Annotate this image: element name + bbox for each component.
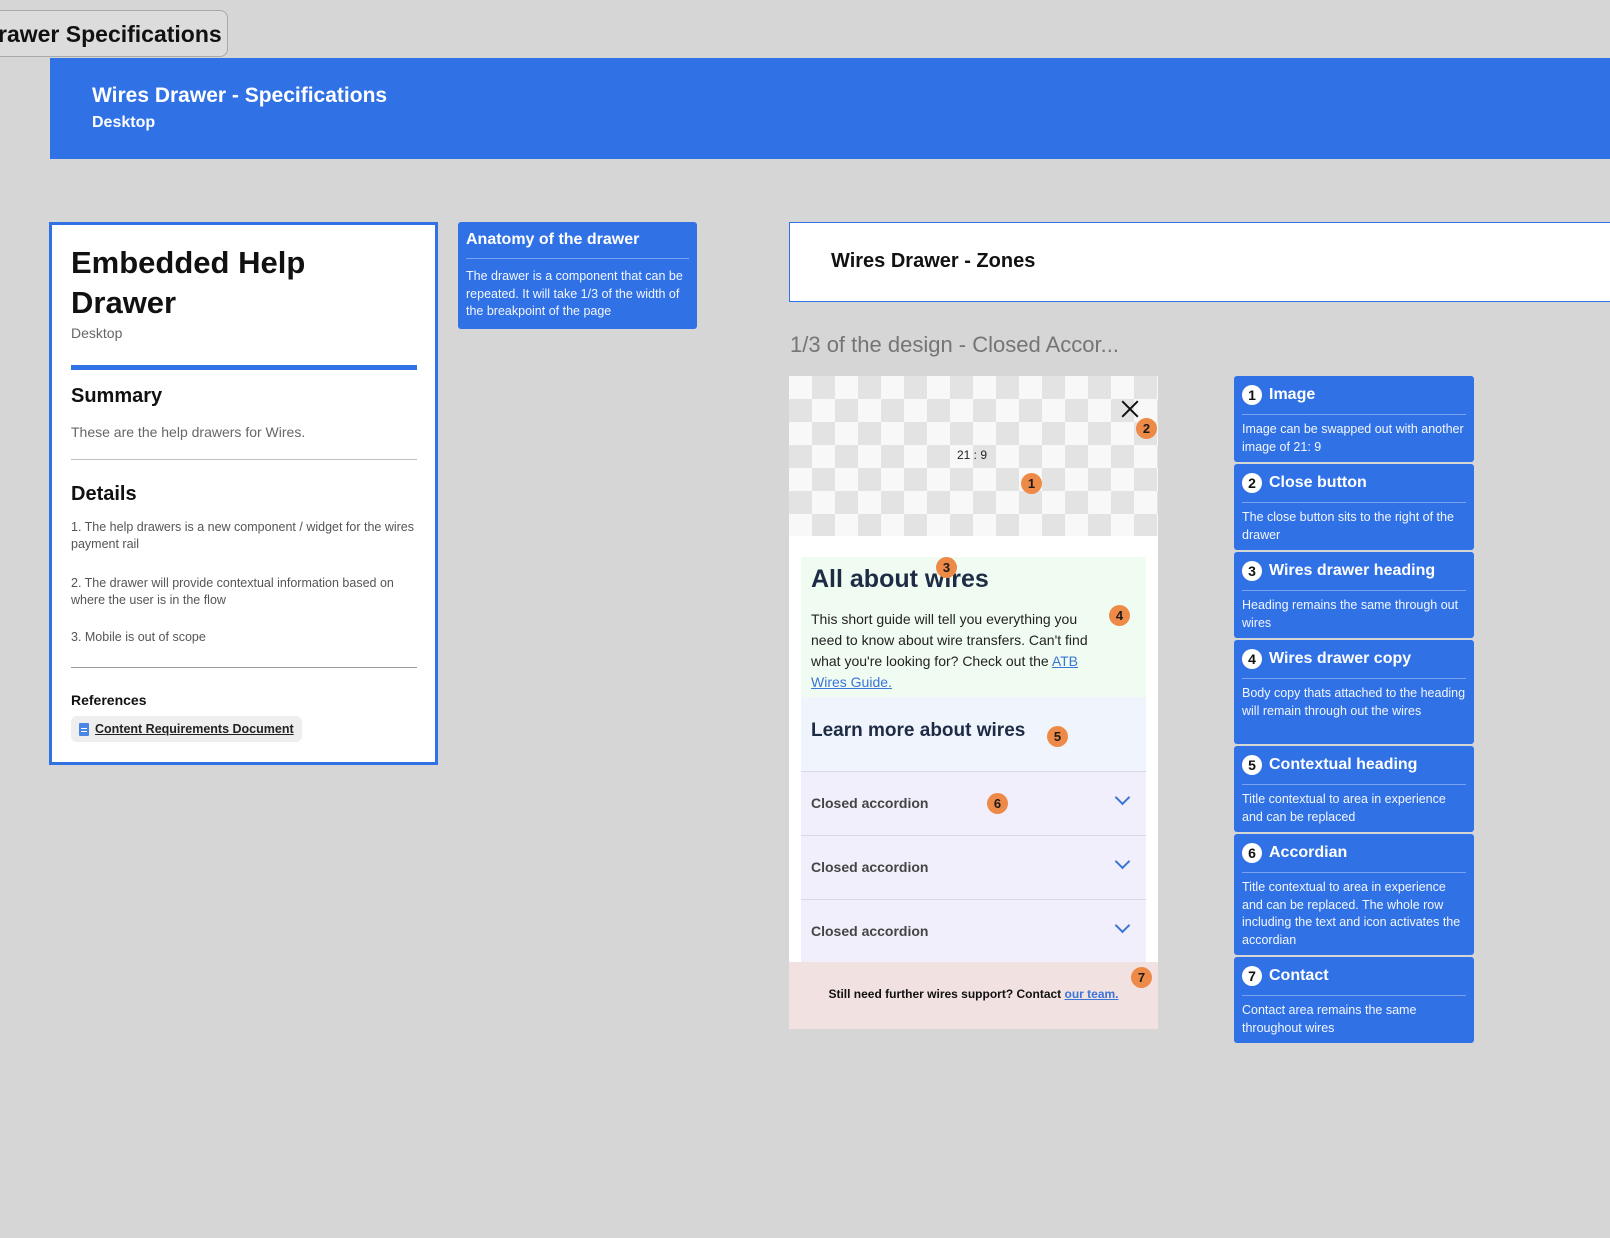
legend-title: Contact [1269, 967, 1329, 984]
zone-marker-3: 3 [936, 557, 957, 578]
summary-heading: Summary [71, 385, 163, 407]
legend-title: Accordian [1269, 844, 1348, 861]
legend-note-accordian: 6 Accordian Title contextual to area in e… [1234, 834, 1474, 955]
legend-number: 5 [1242, 755, 1262, 775]
zone-marker-4: 4 [1109, 605, 1130, 626]
summary-divider [71, 459, 417, 460]
zone-marker-7: 7 [1131, 967, 1152, 988]
legend-number: 2 [1242, 473, 1262, 493]
legend-note-contact: 7 Contact Contact area remains the same t… [1234, 957, 1474, 1043]
details-item-1: 1. The help drawers is a new component /… [71, 520, 414, 551]
contact-text: Still need further wires support? Contac… [828, 987, 1119, 1001]
legend-title: Wires drawer copy [1269, 650, 1412, 667]
legend-note-copy: 4 Wires drawer copy Body copy thats attac… [1234, 640, 1474, 744]
zones-card: Wires Drawer - Zones [789, 222, 1610, 302]
accordion-label: Closed accordion [811, 859, 929, 875]
accordion-row[interactable]: Closed accordion [801, 899, 1146, 964]
drawer-mockup: 21 : 9 All about wires This short guide … [789, 376, 1158, 1029]
chevron-down-icon [1114, 853, 1131, 870]
legend-body: Image can be swapped out with another im… [1242, 422, 1464, 454]
contact-zone: Still need further wires support? Contac… [789, 962, 1158, 1029]
anatomy-note-title: Anatomy of the drawer [466, 231, 689, 259]
legend-note-close-button: 2 Close button The close button sits to t… [1234, 464, 1474, 550]
legend-note-image: 1 Image Image can be swapped out with ano… [1234, 376, 1474, 462]
contextual-heading: Learn more about wires [811, 720, 1026, 741]
legend-number: 6 [1242, 843, 1262, 863]
banner-title: Wires Drawer - Specifications [92, 84, 388, 107]
legend-body: The close button sits to the right of th… [1242, 510, 1454, 542]
accordion-row[interactable]: Closed accordion [801, 771, 1146, 836]
contact-team-link[interactable]: our team. [1065, 987, 1119, 1001]
legend-body: Title contextual to area in experience a… [1242, 880, 1461, 947]
zones-subtitle: 1/3 of the design - Closed Accor... [790, 332, 1119, 357]
accordion-label: Closed accordion [811, 923, 929, 939]
anatomy-note: Anatomy of the drawer The drawer is a co… [458, 222, 697, 329]
zones-title: Wires Drawer - Zones [831, 250, 1036, 272]
legend-number: 4 [1242, 649, 1262, 669]
image-placeholder: 21 : 9 [789, 376, 1158, 536]
references-label: References [71, 692, 147, 708]
spec-card: Embedded Help Drawer Desktop Summary The… [49, 222, 438, 765]
contextual-zone: Learn more about wires [801, 697, 1146, 771]
legend-body: Title contextual to area in experience a… [1242, 792, 1446, 824]
legend-note-heading: 3 Wires drawer heading Heading remains th… [1234, 552, 1474, 638]
spec-platform: Desktop [71, 325, 123, 341]
banner-subtitle: Desktop [92, 114, 156, 131]
legend-title: Image [1269, 386, 1316, 403]
chevron-down-icon [1114, 917, 1131, 934]
legend-number: 7 [1242, 966, 1262, 986]
spec-divider-bar [71, 365, 417, 370]
frame-name-tab[interactable]: rawer Specifications [0, 10, 228, 57]
spec-title: Embedded Help Drawer [71, 245, 306, 320]
legend-body: Heading remains the same through out wir… [1242, 598, 1459, 630]
summary-text: These are the help drawers for Wires. [71, 424, 306, 440]
zone-marker-1: 1 [1021, 473, 1042, 494]
drawer-copy: This short guide will tell you everythin… [811, 611, 1088, 690]
legend-note-contextual-heading: 5 Contextual heading Title contextual to … [1234, 746, 1474, 832]
spec-banner: Wires Drawer - Specifications Desktop [50, 58, 1610, 159]
legend-body: Body copy thats attached to the heading … [1242, 686, 1466, 718]
image-ratio-label: 21 : 9 [957, 448, 988, 462]
details-divider [71, 667, 417, 668]
heading-zone: All about wires This short guide will te… [801, 557, 1146, 697]
zone-marker-5: 5 [1047, 726, 1068, 747]
legend-title: Wires drawer heading [1269, 562, 1436, 579]
reference-doc-label: Content Requirements Document [95, 722, 294, 736]
reference-doc-link[interactable]: Content Requirements Document [71, 716, 302, 742]
accordion-label: Closed accordion [811, 795, 929, 811]
legend-number: 1 [1242, 385, 1262, 405]
zone-marker-2: 2 [1136, 418, 1157, 439]
legend-title: Close button [1269, 474, 1367, 491]
details-heading: Details [71, 483, 137, 505]
legend-number: 3 [1242, 561, 1262, 581]
zone-marker-6: 6 [987, 793, 1008, 814]
legend-body: Contact area remains the same throughout… [1242, 1003, 1417, 1035]
accordion-row[interactable]: Closed accordion [801, 835, 1146, 900]
anatomy-note-body: The drawer is a component that can be re… [466, 269, 683, 318]
chevron-down-icon [1114, 789, 1131, 806]
legend-title: Contextual heading [1269, 756, 1418, 773]
details-item-2: 2. The drawer will provide contextual in… [71, 576, 394, 607]
details-item-3: 3. Mobile is out of scope [71, 630, 206, 644]
document-icon [79, 722, 89, 736]
drawer-heading: All about wires [811, 565, 989, 593]
close-icon[interactable] [1121, 400, 1139, 418]
